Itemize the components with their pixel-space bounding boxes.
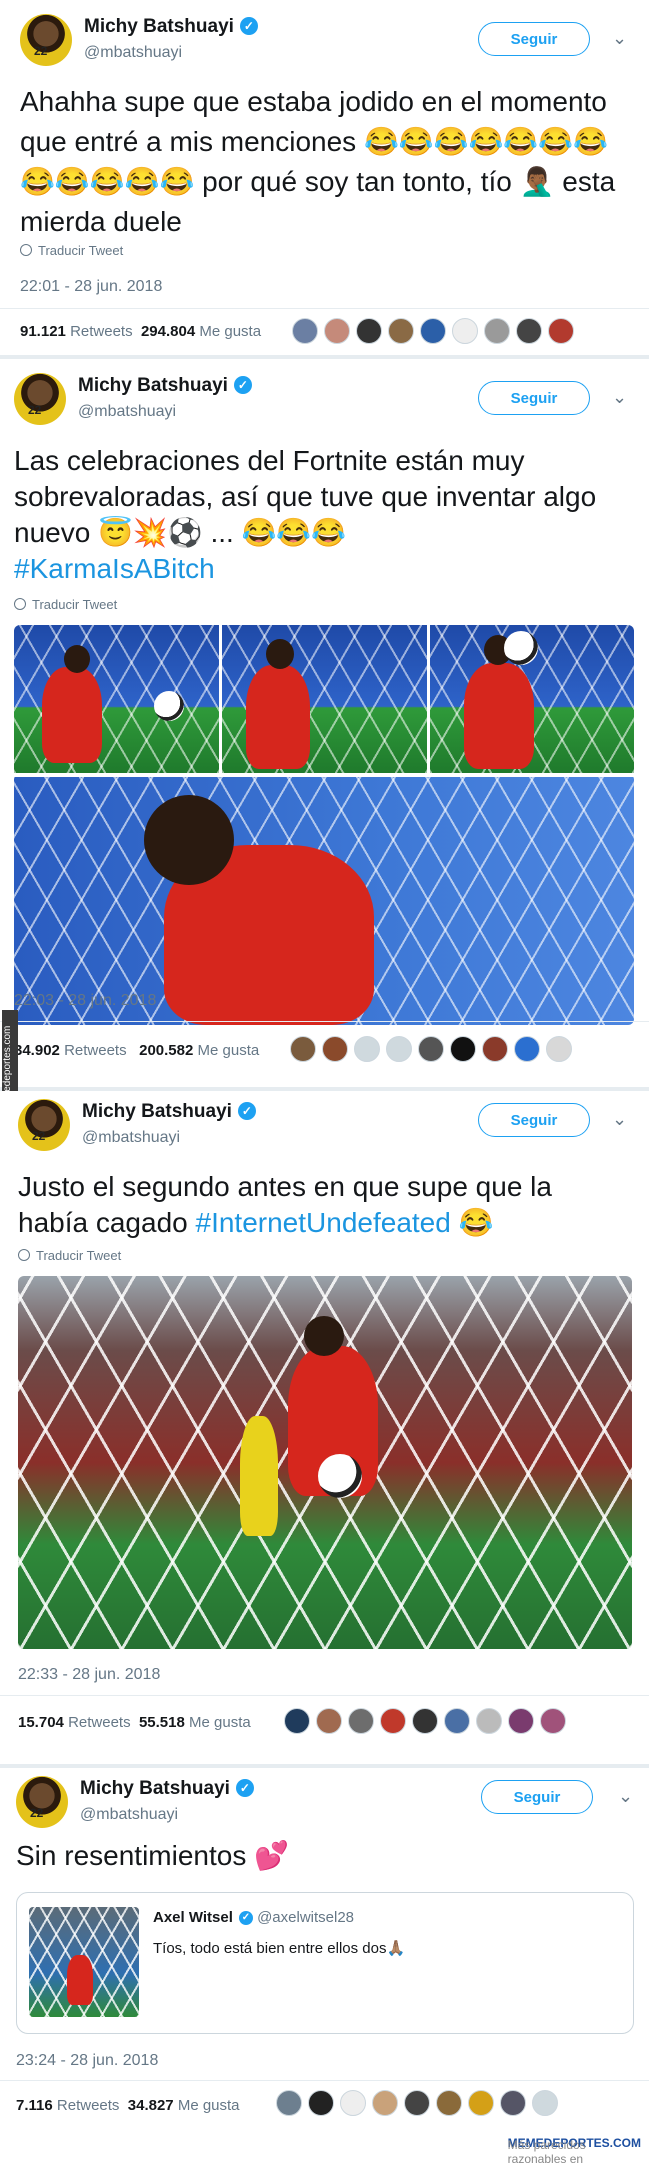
tweet-stats[interactable]: 7.116 Retweets 34.827 Me gusta xyxy=(16,2097,240,2114)
translate-link[interactable]: Traducir Tweet xyxy=(20,243,123,258)
verified-icon: ✓ xyxy=(233,376,252,394)
tweet-stats[interactable]: 34.902 Retweets 200.582 Me gusta xyxy=(14,1042,259,1059)
follow-button[interactable]: Seguir xyxy=(478,22,590,56)
likers-avatars[interactable] xyxy=(276,2090,564,2118)
timestamp: 22:01 - 28 jun. 2018 xyxy=(20,278,163,295)
hashtag-link[interactable]: #KarmaIsABitch xyxy=(14,553,215,584)
tweet-stats[interactable]: 91.121 Retweets 294.804 Me gusta xyxy=(20,323,261,340)
author-name[interactable]: Michy Batshuayi ✓ xyxy=(82,1101,256,1123)
author-handle[interactable]: @mbatshuayi xyxy=(84,44,182,62)
likers-avatars[interactable] xyxy=(284,1708,572,1736)
tweet-4: 22 Michy Batshuayi ✓ @mbatshuayi Seguir ⌄… xyxy=(0,1768,649,2134)
author-handle[interactable]: @mbatshuayi xyxy=(80,1806,178,1824)
avatar[interactable]: 22 xyxy=(16,1776,68,1828)
author-name[interactable]: Michy Batshuayi ✓ xyxy=(80,1778,254,1800)
quoted-tweet[interactable]: Axel Witsel ✓ @axelwitsel28 Tíos, todo es… xyxy=(16,1892,634,2034)
follow-button[interactable]: Seguir xyxy=(481,1780,593,1814)
verified-icon: ✓ xyxy=(237,1102,256,1120)
tweet-text: Sin resentimientos 💕 xyxy=(16,1840,289,1871)
tweet-text: Justo el segundo antes en que supe que l… xyxy=(18,1171,552,1238)
tweet-stats[interactable]: 15.704 Retweets 55.518 Me gusta xyxy=(18,1714,251,1731)
globe-icon xyxy=(20,244,32,256)
likers-avatars[interactable] xyxy=(292,318,580,346)
chevron-down-icon[interactable]: ⌄ xyxy=(612,387,627,408)
tweet-image-collage[interactable] xyxy=(14,625,634,1025)
globe-icon xyxy=(14,598,26,610)
translate-link[interactable]: Traducir Tweet xyxy=(18,1248,121,1263)
timestamp: 23:24 - 28 jun. 2018 xyxy=(16,2052,159,2069)
author-handle[interactable]: @mbatshuayi xyxy=(78,403,176,421)
verified-icon: ✓ xyxy=(239,17,258,35)
avatar[interactable]: 22 xyxy=(18,1099,70,1151)
tweet-text: Ahahha supe que estaba jodido en el mome… xyxy=(20,86,616,237)
chevron-down-icon[interactable]: ⌄ xyxy=(618,1786,633,1807)
tweet-3: 22 Michy Batshuayi ✓ @mbatshuayi Seguir ⌄… xyxy=(0,1091,649,1764)
author-handle[interactable]: @mbatshuayi xyxy=(82,1129,180,1147)
avatar[interactable]: 22 xyxy=(20,14,72,66)
quoted-author[interactable]: Axel Witsel ✓ @axelwitsel28 xyxy=(153,1909,354,1926)
chevron-down-icon[interactable]: ⌄ xyxy=(612,28,627,49)
timestamp: 22:03 - 28 jun. 2018 xyxy=(14,992,157,1009)
quoted-text: Tíos, todo está bien entre ellos dos🙏🏽 xyxy=(153,1940,406,1957)
tweet-image[interactable] xyxy=(18,1276,632,1649)
tweet-text: Las celebraciones del Fortnite están muy… xyxy=(14,445,597,584)
tweet-2: 22 Michy Batshuayi ✓ @mbatshuayi Seguir ⌄… xyxy=(0,359,649,1087)
divider xyxy=(0,1695,649,1696)
chevron-down-icon[interactable]: ⌄ xyxy=(612,1109,627,1130)
follow-button[interactable]: Seguir xyxy=(478,381,590,415)
avatar[interactable]: 22 xyxy=(14,373,66,425)
tweet-1: 22 Michy Batshuayi ✓ @mbatshuayi Seguir ⌄… xyxy=(0,0,649,355)
verified-icon: ✓ xyxy=(235,1779,254,1797)
translate-link[interactable]: Traducir Tweet xyxy=(14,597,117,612)
author-name[interactable]: Michy Batshuayi ✓ xyxy=(78,375,252,397)
author-name[interactable]: Michy Batshuayi ✓ xyxy=(84,16,258,38)
verified-icon: ✓ xyxy=(238,1911,253,1925)
hashtag-link[interactable]: #InternetUndefeated xyxy=(196,1207,451,1238)
globe-icon xyxy=(18,1249,30,1261)
timestamp: 22:33 - 28 jun. 2018 xyxy=(18,1666,161,1683)
quoted-tweet-image xyxy=(29,1907,139,2017)
follow-button[interactable]: Seguir xyxy=(478,1103,590,1137)
divider xyxy=(0,1021,649,1022)
likers-avatars[interactable] xyxy=(290,1036,578,1064)
divider xyxy=(0,308,649,309)
footer-credit: Más parecidos razonables en MEMEDEPORTES… xyxy=(0,2134,649,2166)
divider xyxy=(0,2080,649,2081)
